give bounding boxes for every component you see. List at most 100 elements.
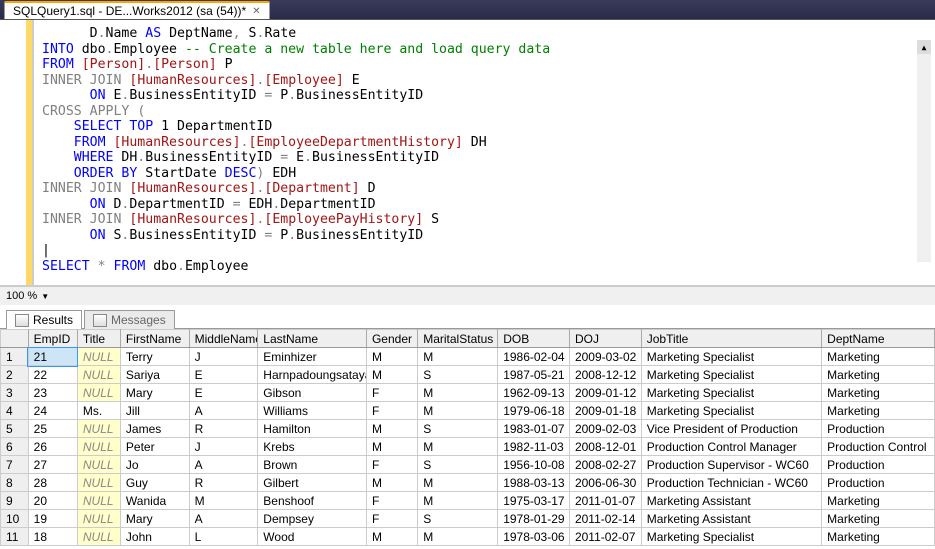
cell[interactable]: 1986-02-04: [498, 348, 570, 366]
column-header[interactable]: MaritalStatus: [418, 330, 498, 348]
cell[interactable]: Production: [822, 456, 935, 474]
row-number-cell[interactable]: 7: [1, 456, 29, 474]
cell[interactable]: M: [366, 528, 417, 546]
cell[interactable]: 1956-10-08: [498, 456, 570, 474]
row-header-col[interactable]: [1, 330, 29, 348]
sql-editor[interactable]: D.Name AS DeptName, S.Rate INTO dbo.Empl…: [34, 20, 935, 285]
column-header[interactable]: DeptName: [822, 330, 935, 348]
tab-results[interactable]: Results: [6, 310, 82, 329]
cell[interactable]: NULL: [77, 474, 120, 492]
cell[interactable]: F: [366, 402, 417, 420]
cell[interactable]: Peter: [120, 438, 189, 456]
cell[interactable]: Production Control: [822, 438, 935, 456]
row-number-cell[interactable]: 4: [1, 402, 29, 420]
cell[interactable]: Krebs: [258, 438, 367, 456]
cell[interactable]: Wood: [258, 528, 367, 546]
cell[interactable]: S: [418, 456, 498, 474]
cell[interactable]: 1978-01-29: [498, 510, 570, 528]
cell[interactable]: 2009-03-02: [569, 348, 641, 366]
cell[interactable]: M: [366, 420, 417, 438]
cell[interactable]: NULL: [77, 420, 120, 438]
zoom-level[interactable]: 100 %: [6, 290, 37, 302]
cell[interactable]: Marketing Assistant: [641, 492, 821, 510]
cell[interactable]: Wanida: [120, 492, 189, 510]
cell[interactable]: 26: [28, 438, 77, 456]
cell[interactable]: F: [366, 384, 417, 402]
cell[interactable]: Brown: [258, 456, 367, 474]
cell[interactable]: 20: [28, 492, 77, 510]
editor-scrollbar[interactable]: ▲: [917, 40, 931, 262]
cell[interactable]: S: [418, 510, 498, 528]
cell[interactable]: Mary: [120, 510, 189, 528]
cell[interactable]: Production Technician - WC60: [641, 474, 821, 492]
cell[interactable]: Marketing: [822, 492, 935, 510]
cell[interactable]: Harnpadoungsataya: [258, 366, 367, 384]
cell[interactable]: 2011-01-07: [569, 492, 641, 510]
cell[interactable]: M: [418, 492, 498, 510]
cell[interactable]: M: [366, 438, 417, 456]
cell[interactable]: Jill: [120, 402, 189, 420]
row-number-cell[interactable]: 6: [1, 438, 29, 456]
scroll-up-icon[interactable]: ▲: [917, 40, 931, 54]
cell[interactable]: 1962-09-13: [498, 384, 570, 402]
cell[interactable]: 2009-01-18: [569, 402, 641, 420]
cell[interactable]: Production: [822, 474, 935, 492]
cell[interactable]: 19: [28, 510, 77, 528]
cell[interactable]: NULL: [77, 384, 120, 402]
cell[interactable]: F: [366, 492, 417, 510]
cell[interactable]: Terry: [120, 348, 189, 366]
cell[interactable]: 27: [28, 456, 77, 474]
cell[interactable]: 2008-02-27: [569, 456, 641, 474]
cell[interactable]: Gilbert: [258, 474, 367, 492]
cell[interactable]: 18: [28, 528, 77, 546]
cell[interactable]: 2009-01-12: [569, 384, 641, 402]
row-number-cell[interactable]: 2: [1, 366, 29, 384]
cell[interactable]: A: [189, 456, 258, 474]
cell[interactable]: M: [418, 348, 498, 366]
column-header[interactable]: Gender: [366, 330, 417, 348]
column-header[interactable]: EmpID: [28, 330, 77, 348]
cell[interactable]: 2008-12-12: [569, 366, 641, 384]
cell[interactable]: 1975-03-17: [498, 492, 570, 510]
column-header[interactable]: DOJ: [569, 330, 641, 348]
cell[interactable]: 2008-12-01: [569, 438, 641, 456]
cell[interactable]: Hamilton: [258, 420, 367, 438]
row-number-cell[interactable]: 9: [1, 492, 29, 510]
cell[interactable]: Marketing Specialist: [641, 402, 821, 420]
cell[interactable]: NULL: [77, 348, 120, 366]
cell[interactable]: J: [189, 348, 258, 366]
cell[interactable]: Marketing: [822, 348, 935, 366]
cell[interactable]: John: [120, 528, 189, 546]
cell[interactable]: 22: [28, 366, 77, 384]
cell[interactable]: F: [366, 510, 417, 528]
cell[interactable]: Mary: [120, 384, 189, 402]
cell[interactable]: E: [189, 366, 258, 384]
row-number-cell[interactable]: 11: [1, 528, 29, 546]
row-number-cell[interactable]: 5: [1, 420, 29, 438]
row-number-cell[interactable]: 10: [1, 510, 29, 528]
cell[interactable]: Production Control Manager: [641, 438, 821, 456]
cell[interactable]: NULL: [77, 438, 120, 456]
cell[interactable]: S: [418, 366, 498, 384]
cell[interactable]: Marketing Specialist: [641, 366, 821, 384]
cell[interactable]: A: [189, 510, 258, 528]
cell[interactable]: James: [120, 420, 189, 438]
cell[interactable]: Production Supervisor - WC60: [641, 456, 821, 474]
cell[interactable]: A: [189, 402, 258, 420]
cell[interactable]: M: [418, 402, 498, 420]
cell[interactable]: 28: [28, 474, 77, 492]
cell[interactable]: Ms.: [77, 402, 120, 420]
cell[interactable]: 1987-05-21: [498, 366, 570, 384]
cell[interactable]: 1982-11-03: [498, 438, 570, 456]
cell[interactable]: Marketing Specialist: [641, 528, 821, 546]
column-header[interactable]: MiddleName: [189, 330, 258, 348]
cell[interactable]: M: [366, 474, 417, 492]
column-header[interactable]: JobTitle: [641, 330, 821, 348]
column-header[interactable]: DOB: [498, 330, 570, 348]
cell[interactable]: Marketing Assistant: [641, 510, 821, 528]
cell[interactable]: M: [366, 348, 417, 366]
cell[interactable]: 2011-02-07: [569, 528, 641, 546]
row-number-cell[interactable]: 8: [1, 474, 29, 492]
cell[interactable]: Guy: [120, 474, 189, 492]
cell[interactable]: M: [418, 438, 498, 456]
